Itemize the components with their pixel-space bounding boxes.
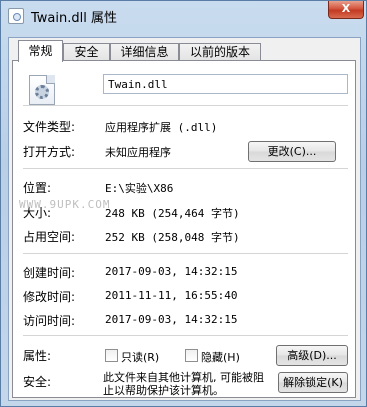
divider [23,253,348,254]
divider [23,168,348,169]
size-value: 248 KB (254,464 字节) [105,207,240,220]
created-label: 创建时间: [23,266,76,280]
title-bar[interactable]: Twain.dll 属性 X [1,1,366,31]
size-on-disk-value: 252 KB (258,048 字节) [105,231,240,244]
divider [23,105,348,106]
file-type-label: 文件类型: [23,120,76,134]
attributes-label: 属性: [23,349,52,363]
accessed-value: 2017-09-03, 14:32:15 [105,313,238,326]
tab-strip: 常规 安全 详细信息 以前的版本 [12,40,358,62]
dll-gear-file-icon [29,75,55,105]
file-type-value: 应用程序扩展 (.dll) [105,121,218,134]
divider [23,335,348,336]
security-warning-text: 此文件来自其他计算机, 可能被阻止以帮助保护该计算机。 [103,371,264,397]
properties-window: Twain.dll 属性 X 常规 安全 详细信息 以前的版本 Twain.dl… [0,0,367,407]
tab-details[interactable]: 详细信息 [110,43,179,61]
tab-security[interactable]: 安全 [63,43,110,61]
gear-icon [35,85,49,99]
readonly-label[interactable]: 只读(R) [121,349,159,365]
close-button[interactable]: X [328,1,364,19]
hidden-label[interactable]: 隐藏(H) [201,349,240,365]
dll-file-icon [8,8,24,24]
security-label: 安全: [23,375,52,389]
open-with-label: 打开方式: [23,145,76,159]
location-value: E:\实验\X86 [105,182,174,195]
advanced-button[interactable]: 高级(D)... [276,345,348,366]
readonly-checkbox[interactable] [105,349,118,362]
modified-label: 修改时间: [23,290,76,304]
change-button[interactable]: 更改(C)... [248,141,336,162]
location-label: 位置: [23,181,52,195]
open-with-value: 未知应用程序 [105,146,171,159]
created-value: 2017-09-03, 14:32:15 [105,265,238,278]
size-on-disk-label: 占用空间: [23,230,76,244]
modified-value: 2011-11-11, 16:55:40 [105,289,238,302]
file-name-input[interactable]: Twain.dll [103,74,348,94]
window-title: Twain.dll 属性 [31,11,117,26]
hidden-checkbox[interactable] [185,349,198,362]
general-panel: Twain.dll 文件类型: 应用程序扩展 (.dll) 打开方式: 未知应用… [12,60,356,398]
watermark-text: WWW.9UPK.COM [19,198,111,211]
tab-previous-versions[interactable]: 以前的版本 [179,43,261,61]
dialog-frame: 常规 安全 详细信息 以前的版本 Twain.dll 文件类型: 应用程序扩展 … [8,37,361,401]
accessed-label: 访问时间: [23,314,76,328]
tab-general[interactable]: 常规 [18,40,63,62]
unblock-button[interactable]: 解除锁定(K) [278,372,348,393]
